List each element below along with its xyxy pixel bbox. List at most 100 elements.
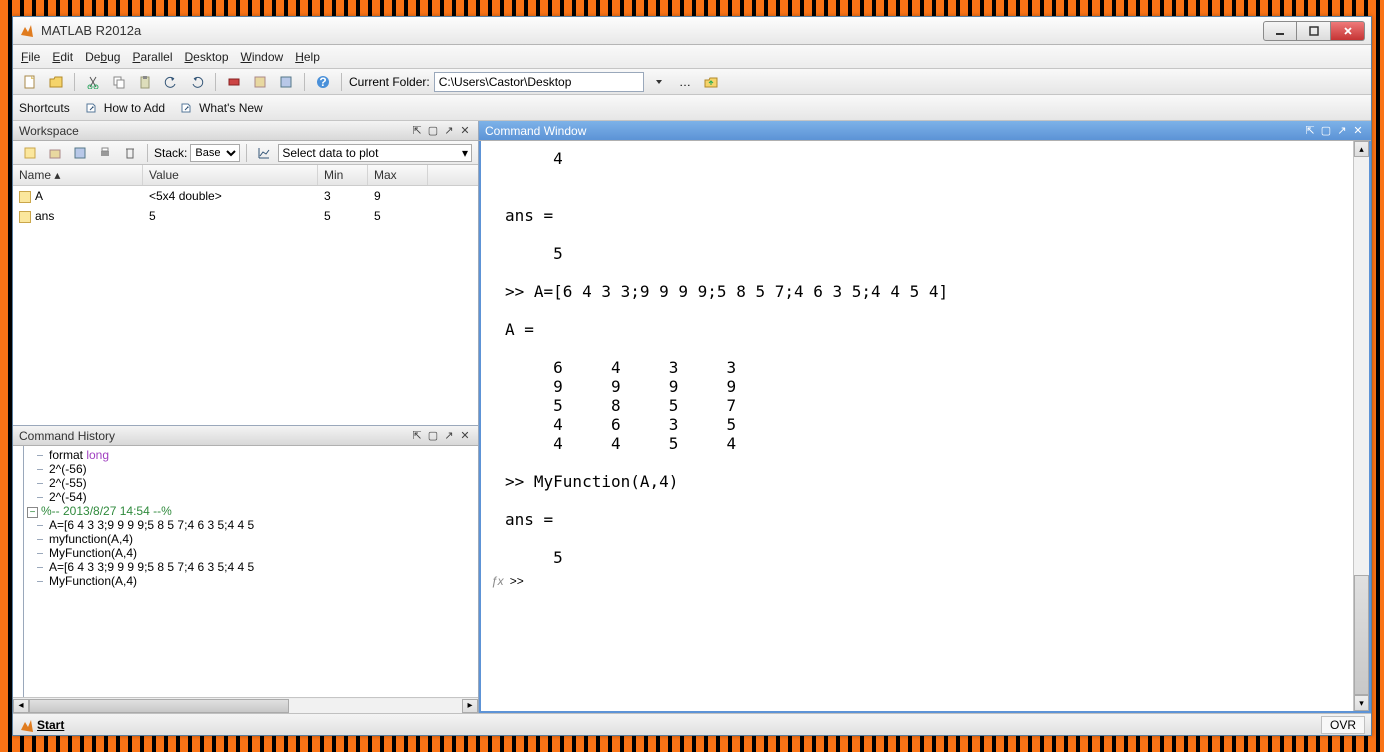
start-button[interactable]: Start xyxy=(19,718,64,732)
workspace-title: Workspace xyxy=(19,124,408,138)
redo-icon[interactable] xyxy=(186,71,208,93)
stack-select[interactable]: Base xyxy=(190,144,240,162)
scroll-track[interactable] xyxy=(29,699,462,713)
history-line[interactable]: 2^(-55) xyxy=(27,476,478,490)
history-dock-icon[interactable]: ⇱ xyxy=(410,429,424,443)
history-h-scrollbar[interactable]: ◂ ▸ xyxy=(13,697,478,713)
scroll-down-icon[interactable]: ▾ xyxy=(1354,695,1369,711)
cmd-v-scrollbar[interactable]: ▴ ▾ xyxy=(1353,141,1369,711)
history-close-icon[interactable]: ✕ xyxy=(458,429,472,443)
fx-icon[interactable]: ƒx xyxy=(491,574,504,588)
history-session[interactable]: −%-- 2013/8/27 14:54 --% xyxy=(27,504,478,518)
command-prompt: >> xyxy=(510,574,524,588)
scroll-right-icon[interactable]: ▸ xyxy=(462,699,478,713)
command-output: 4 ans = 5 >> A=[6 4 3 3;9 9 9 9;5 8 5 7;… xyxy=(505,149,1361,567)
col-name[interactable]: Name ▴ xyxy=(13,165,143,185)
menu-help[interactable]: Help xyxy=(295,50,320,64)
current-folder-label: Current Folder: xyxy=(349,75,430,89)
history-undock-icon[interactable]: ↗ xyxy=(442,429,456,443)
history-line[interactable]: A=[6 4 3 3;9 9 9 9;5 8 5 7;4 6 3 5;4 4 5 xyxy=(27,560,478,574)
workspace-row[interactable]: ans 5 5 5 xyxy=(13,206,478,226)
history-line[interactable]: A=[6 4 3 3;9 9 9 9;5 8 5 7;4 6 3 5;4 4 5 xyxy=(27,518,478,532)
menu-edit[interactable]: Edit xyxy=(52,50,73,64)
menu-desktop[interactable]: Desktop xyxy=(184,50,228,64)
ovr-indicator: OVR xyxy=(1321,716,1365,734)
plot-select[interactable]: Select data to plot ▾ xyxy=(278,144,472,162)
command-input[interactable] xyxy=(530,571,1355,590)
new-var-icon[interactable] xyxy=(19,142,41,164)
scroll-thumb[interactable] xyxy=(1354,575,1369,695)
left-column: Workspace ⇱ ▢ ↗ ✕ Stack: Base Select dat… xyxy=(13,121,479,713)
command-history-panel: Command History ⇱ ▢ ↗ ✕ format long 2^(-… xyxy=(13,425,478,713)
variable-icon xyxy=(19,211,31,223)
how-to-add-link[interactable]: How to Add xyxy=(104,101,165,115)
close-button[interactable] xyxy=(1331,21,1365,41)
workspace-close-icon[interactable]: ✕ xyxy=(458,124,472,138)
history-header: Command History ⇱ ▢ ↗ ✕ xyxy=(13,426,478,446)
print-icon[interactable] xyxy=(94,142,116,164)
menu-file[interactable]: File xyxy=(21,50,40,64)
cut-icon[interactable] xyxy=(82,71,104,93)
menu-debug[interactable]: Debug xyxy=(85,50,120,64)
whats-new-link[interactable]: What's New xyxy=(199,101,263,115)
col-min[interactable]: Min xyxy=(318,165,368,185)
maximize-button[interactable] xyxy=(1297,21,1331,41)
menu-window[interactable]: Window xyxy=(241,50,284,64)
current-folder-input[interactable] xyxy=(434,72,644,92)
delete-icon[interactable] xyxy=(119,142,141,164)
history-line[interactable]: format long xyxy=(27,448,478,462)
stack-label: Stack: xyxy=(154,146,187,160)
history-line[interactable]: 2^(-54) xyxy=(27,490,478,504)
workspace-row[interactable]: A <5x4 double> 3 9 xyxy=(13,186,478,206)
scroll-track[interactable] xyxy=(1354,157,1369,695)
history-line[interactable]: 2^(-56) xyxy=(27,462,478,476)
workspace-table-header: Name ▴ Value Min Max xyxy=(13,165,478,186)
history-line[interactable]: MyFunction(A,4) xyxy=(27,574,478,588)
scroll-thumb[interactable] xyxy=(29,699,289,713)
import-icon[interactable] xyxy=(44,142,66,164)
cmd-dock-icon[interactable]: ⇱ xyxy=(1303,124,1317,138)
open-file-icon[interactable] xyxy=(45,71,67,93)
help-icon[interactable]: ? xyxy=(312,71,334,93)
browse-folder-icon[interactable]: … xyxy=(674,71,696,93)
workspace-min-icon[interactable]: ▢ xyxy=(426,124,440,138)
history-body[interactable]: format long 2^(-56) 2^(-55) 2^(-54) −%--… xyxy=(13,446,478,697)
undo-icon[interactable] xyxy=(160,71,182,93)
history-line[interactable]: myfunction(A,4) xyxy=(27,532,478,546)
copy-icon[interactable] xyxy=(108,71,130,93)
plot-icon[interactable] xyxy=(253,142,275,164)
col-max[interactable]: Max xyxy=(368,165,428,185)
history-title: Command History xyxy=(19,429,408,443)
simulink-icon[interactable] xyxy=(223,71,245,93)
col-value[interactable]: Value xyxy=(143,165,318,185)
cmd-undock-icon[interactable]: ↗ xyxy=(1335,124,1349,138)
command-window-body[interactable]: 4 ans = 5 >> A=[6 4 3 3;9 9 9 9;5 8 5 7;… xyxy=(479,141,1371,713)
whats-new-icon xyxy=(180,102,192,114)
folder-dropdown-icon[interactable] xyxy=(648,71,670,93)
workspace-table: Name ▴ Value Min Max A <5x4 double> 3 9 … xyxy=(13,165,478,425)
chevron-down-icon: ▾ xyxy=(462,146,468,160)
workspace-undock-icon[interactable]: ↗ xyxy=(442,124,456,138)
scroll-up-icon[interactable]: ▴ xyxy=(1354,141,1369,157)
menu-parallel[interactable]: Parallel xyxy=(132,50,172,64)
paste-icon[interactable] xyxy=(134,71,156,93)
new-file-icon[interactable] xyxy=(19,71,41,93)
save-ws-icon[interactable] xyxy=(69,142,91,164)
profiler-icon[interactable] xyxy=(275,71,297,93)
main-area: Workspace ⇱ ▢ ↗ ✕ Stack: Base Select dat… xyxy=(13,121,1371,713)
svg-text:…: … xyxy=(679,75,691,89)
history-line[interactable]: MyFunction(A,4) xyxy=(27,546,478,560)
sort-asc-icon: ▴ xyxy=(54,168,60,182)
collapse-icon[interactable]: − xyxy=(27,507,38,518)
cmd-min-icon[interactable]: ▢ xyxy=(1319,124,1333,138)
parent-folder-icon[interactable] xyxy=(700,71,722,93)
shortcuts-bar: Shortcuts How to Add What's New xyxy=(13,95,1371,121)
workspace-dock-icon[interactable]: ⇱ xyxy=(410,124,424,138)
minimize-button[interactable] xyxy=(1263,21,1297,41)
cmd-close-icon[interactable]: ✕ xyxy=(1351,124,1365,138)
history-min-icon[interactable]: ▢ xyxy=(426,429,440,443)
command-window-header: Command Window ⇱ ▢ ↗ ✕ xyxy=(479,121,1371,141)
scroll-left-icon[interactable]: ◂ xyxy=(13,699,29,713)
right-column: Command Window ⇱ ▢ ↗ ✕ 4 ans = 5 >> A=[6… xyxy=(479,121,1371,713)
guide-icon[interactable] xyxy=(249,71,271,93)
